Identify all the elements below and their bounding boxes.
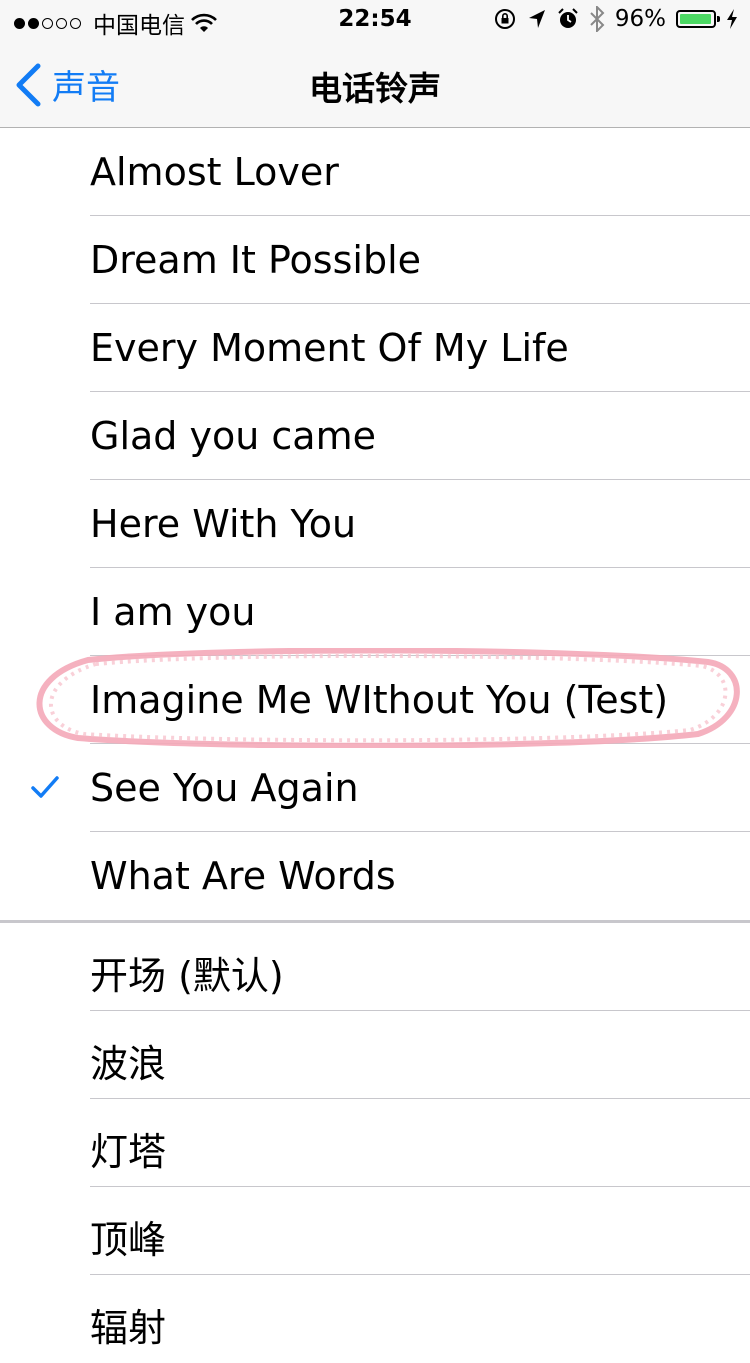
checkmark-icon bbox=[31, 776, 59, 798]
ringtone-label: 辐射 bbox=[90, 1306, 167, 1350]
ringtone-label: Dream It Possible bbox=[90, 238, 422, 282]
ringtone-label: Every Moment Of My Life bbox=[90, 326, 569, 370]
ringtone-label: Here With You bbox=[90, 502, 357, 546]
ringtone-row[interactable]: 灯塔 bbox=[0, 1099, 750, 1187]
ringtone-label: Almost Lover bbox=[90, 150, 339, 194]
ringtone-row[interactable]: What Are Words bbox=[0, 832, 750, 920]
ringtone-label: 灯塔 bbox=[90, 1130, 167, 1174]
ringtone-row[interactable]: I am you bbox=[0, 568, 750, 656]
alarm-icon bbox=[558, 8, 578, 28]
orientation-lock-icon bbox=[494, 9, 515, 29]
ringtone-row[interactable]: 波浪 bbox=[0, 1011, 750, 1099]
location-arrow-icon bbox=[528, 10, 545, 28]
ringtone-row[interactable]: Dream It Possible bbox=[0, 216, 750, 304]
ringtone-row[interactable]: Glad you came bbox=[0, 392, 750, 480]
ringtone-label: 开场 (默认) bbox=[90, 954, 284, 998]
battery-fill bbox=[680, 14, 711, 24]
navigation-bar: 声音 电话铃声 bbox=[0, 40, 750, 128]
battery-percent: 96% bbox=[614, 6, 666, 32]
ringtone-row[interactable]: See You Again bbox=[0, 744, 750, 832]
page-title: 电话铃声 bbox=[309, 69, 441, 108]
ringtone-row[interactable]: Imagine Me WIthout You (Test) bbox=[0, 656, 750, 744]
ringtone-row[interactable]: 开场 (默认) bbox=[0, 923, 750, 1011]
status-right: 96% bbox=[493, 6, 738, 32]
charging-bolt-icon bbox=[727, 9, 737, 29]
ringtone-row[interactable]: 辐射 bbox=[0, 1275, 750, 1363]
ringtone-label: Glad you came bbox=[90, 414, 376, 458]
ringtone-row[interactable]: Here With You bbox=[0, 480, 750, 568]
ringtone-row[interactable]: Every Moment Of My Life bbox=[0, 304, 750, 392]
ringtone-label: 顶峰 bbox=[90, 1218, 167, 1262]
system-ringtone-list: 开场 (默认) 波浪灯塔顶峰辐射 bbox=[0, 920, 750, 1363]
bluetooth-icon bbox=[590, 6, 605, 32]
ringtone-label: 波浪 bbox=[90, 1042, 167, 1086]
ringtone-label: I am you bbox=[90, 590, 256, 634]
ringtone-label: What Are Words bbox=[90, 854, 396, 898]
ringtone-row[interactable]: Almost Lover bbox=[0, 128, 750, 216]
status-bar: 中国电信 22:54 96% bbox=[0, 0, 750, 40]
battery-icon bbox=[676, 10, 720, 28]
ringtone-label: Imagine Me WIthout You (Test) bbox=[90, 678, 669, 722]
ringtone-row[interactable]: 顶峰 bbox=[0, 1187, 750, 1275]
ringtone-label: See You Again bbox=[90, 766, 359, 810]
custom-ringtone-list: Almost Lover Dream It Possible Every Momen… bbox=[0, 128, 750, 920]
